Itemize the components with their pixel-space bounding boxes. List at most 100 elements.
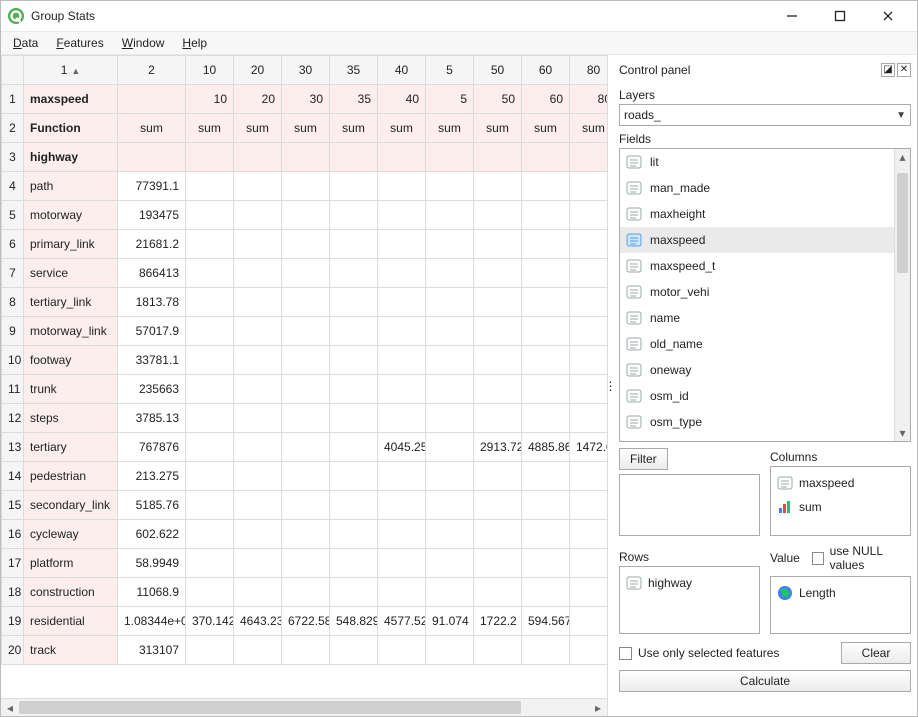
row-index[interactable]: 14 [2, 462, 24, 491]
field-item-maxspeed_t[interactable]: maxspeed_t [620, 253, 894, 279]
menu-help[interactable]: Help [174, 33, 215, 53]
corner-cell[interactable] [2, 56, 24, 85]
row-index[interactable]: 3 [2, 143, 24, 172]
row-index[interactable]: 6 [2, 230, 24, 259]
cell [522, 172, 570, 201]
row-index[interactable]: 5 [2, 201, 24, 230]
layers-dropdown[interactable]: roads_ ▼ [619, 104, 911, 126]
cell [378, 288, 426, 317]
row-index[interactable]: 8 [2, 288, 24, 317]
row-index[interactable]: 1 [2, 85, 24, 114]
menu-window[interactable]: Window [114, 33, 173, 53]
use-null-checkbox[interactable] [812, 552, 824, 565]
col-header-4[interactable]: 20 [234, 56, 282, 85]
cell: 10 [186, 85, 234, 114]
results-grid-wrap[interactable]: 1▲ 2 10 20 30 35 40 5 50 60 80 [1, 55, 607, 698]
col-header-1[interactable]: 1▲ [24, 56, 118, 85]
panel-close-button[interactable]: ✕ [897, 63, 911, 77]
col-header-9[interactable]: 50 [474, 56, 522, 85]
cell: 35 [330, 85, 378, 114]
cell: 3785.13 [118, 404, 186, 433]
field-item-osm_type[interactable]: osm_type [620, 409, 894, 435]
col-header-3[interactable]: 10 [186, 56, 234, 85]
menu-features[interactable]: Features [48, 33, 111, 53]
cell [522, 404, 570, 433]
fields-vertical-scrollbar[interactable]: ▴ ▾ [894, 149, 910, 441]
field-item-osm_id[interactable]: osm_id [620, 383, 894, 409]
row-index[interactable]: 15 [2, 491, 24, 520]
field-item-motor_vehi[interactable]: motor_vehi [620, 279, 894, 305]
cell [474, 549, 522, 578]
row-index[interactable]: 19 [2, 607, 24, 636]
field-item-old_name[interactable]: old_name [620, 331, 894, 357]
cell: 5185.76 [118, 491, 186, 520]
field-item-lit[interactable]: lit [620, 149, 894, 175]
col-header-5[interactable]: 30 [282, 56, 330, 85]
close-button[interactable] [865, 2, 911, 30]
field-icon [626, 575, 642, 591]
row-index[interactable]: 7 [2, 259, 24, 288]
table-row: 10footway33781.1 [2, 346, 608, 375]
rows-item-highway[interactable]: highway [624, 571, 755, 595]
value-item-length[interactable]: Length [775, 581, 906, 605]
field-item-maxheight[interactable]: maxheight [620, 201, 894, 227]
sort-indicator-icon: ▲ [71, 66, 80, 76]
row-index[interactable]: 9 [2, 317, 24, 346]
field-item-label: osm_type [650, 415, 702, 429]
field-item-oneway[interactable]: oneway [620, 357, 894, 383]
hscroll-thumb[interactable] [19, 701, 521, 714]
row-index[interactable]: 16 [2, 520, 24, 549]
col-header-6[interactable]: 35 [330, 56, 378, 85]
use-only-selected-checkbox[interactable] [619, 647, 632, 660]
horizontal-scrollbar[interactable]: ◂ ▸ [1, 698, 607, 716]
scroll-up-icon[interactable]: ▴ [895, 149, 910, 165]
col-header-10[interactable]: 60 [522, 56, 570, 85]
row-index[interactable]: 11 [2, 375, 24, 404]
cell [330, 636, 378, 665]
cell [234, 288, 282, 317]
minimize-button[interactable] [769, 2, 815, 30]
row-index[interactable]: 13 [2, 433, 24, 462]
col-header-2[interactable]: 2 [118, 56, 186, 85]
field-item-name[interactable]: name [620, 305, 894, 331]
layers-label: Layers [619, 88, 911, 102]
rows-dropbox[interactable]: highway [619, 566, 760, 634]
field-item-maxspeed[interactable]: maxspeed [620, 227, 894, 253]
scroll-right-icon[interactable]: ▸ [589, 699, 607, 716]
row-index[interactable]: 20 [2, 636, 24, 665]
row-index[interactable]: 12 [2, 404, 24, 433]
filter-dropbox[interactable] [619, 474, 760, 536]
columns-item-maxspeed[interactable]: maxspeed [775, 471, 906, 495]
calculate-button[interactable]: Calculate [619, 670, 911, 692]
cell [282, 346, 330, 375]
cell [570, 549, 608, 578]
col-header-8[interactable]: 5 [426, 56, 474, 85]
cell [474, 317, 522, 346]
value-dropbox[interactable]: Length [770, 576, 911, 634]
use-only-selected-label: Use only selected features [638, 646, 835, 660]
scroll-left-icon[interactable]: ◂ [1, 699, 19, 716]
vscroll-thumb[interactable] [897, 173, 908, 273]
panel-undock-button[interactable]: ◪ [881, 63, 895, 77]
cell [378, 172, 426, 201]
filter-button[interactable]: Filter [619, 448, 668, 470]
row-index[interactable]: 2 [2, 114, 24, 143]
cell: 602.622 [118, 520, 186, 549]
row-index[interactable]: 18 [2, 578, 24, 607]
menu-data[interactable]: Data [5, 33, 46, 53]
columns-dropbox[interactable]: maxspeed sum [770, 466, 911, 536]
field-item-man_made[interactable]: man_made [620, 175, 894, 201]
maximize-button[interactable] [817, 2, 863, 30]
fields-list[interactable]: litman_mademaxheightmaxspeedmaxspeed_tmo… [620, 149, 894, 441]
cell [426, 288, 474, 317]
row-index[interactable]: 17 [2, 549, 24, 578]
cell: 193475 [118, 201, 186, 230]
row-index[interactable]: 10 [2, 346, 24, 375]
cell [522, 462, 570, 491]
clear-button[interactable]: Clear [841, 642, 911, 664]
columns-item-sum[interactable]: sum [775, 495, 906, 519]
col-header-11[interactable]: 80 [570, 56, 608, 85]
row-index[interactable]: 4 [2, 172, 24, 201]
col-header-7[interactable]: 40 [378, 56, 426, 85]
scroll-down-icon[interactable]: ▾ [895, 425, 910, 441]
